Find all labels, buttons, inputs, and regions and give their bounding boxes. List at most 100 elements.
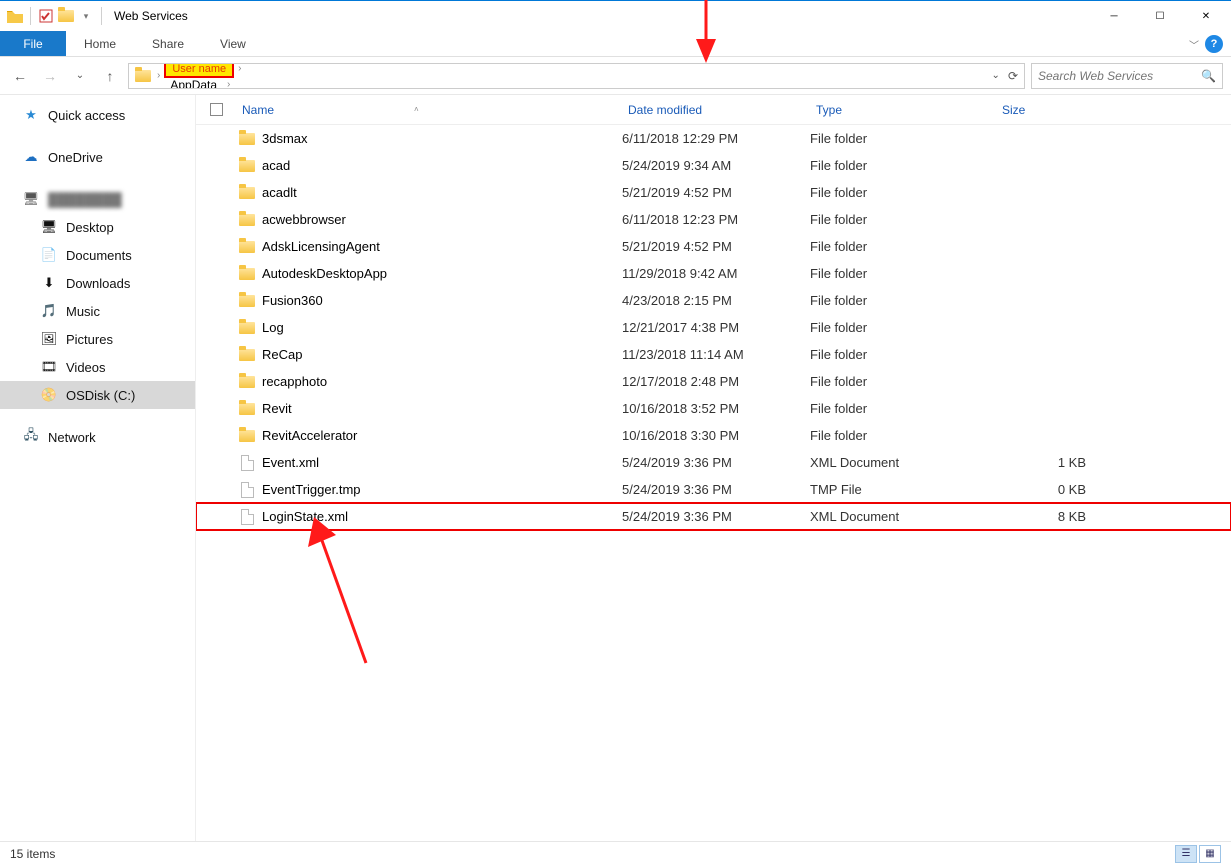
tree-onedrive[interactable]: ☁ OneDrive: [0, 143, 195, 171]
folder-icon: [239, 187, 255, 199]
separator: [30, 7, 31, 25]
row-type: File folder: [810, 428, 996, 443]
window-title: Web Services: [114, 9, 188, 23]
file-list[interactable]: 3dsmax6/11/2018 12:29 PMFile folderacad5…: [196, 125, 1231, 841]
folder-row[interactable]: Fusion3604/23/2018 2:15 PMFile folder: [196, 287, 1231, 314]
row-size: 8 KB: [996, 509, 1096, 524]
tree-item-icon: 🎵: [40, 302, 58, 320]
folder-row[interactable]: ReCap11/23/2018 11:14 AMFile folder: [196, 341, 1231, 368]
nav-row: ← → ⌄ ↑ › █████████›OSDisk (C:)›Users›Us…: [0, 57, 1231, 95]
row-date: 6/11/2018 12:23 PM: [622, 212, 810, 227]
tree-quick-access[interactable]: ★ Quick access: [0, 101, 195, 129]
tree-item[interactable]: 🎵Music: [0, 297, 195, 325]
folder-row[interactable]: acad5/24/2019 9:34 AMFile folder: [196, 152, 1231, 179]
row-date: 12/17/2018 2:48 PM: [622, 374, 810, 389]
tree-item[interactable]: 📄Documents: [0, 241, 195, 269]
view-large-button[interactable]: ▦: [1199, 845, 1221, 863]
history-dropdown-icon[interactable]: ⌄: [68, 64, 92, 88]
row-type: File folder: [810, 185, 996, 200]
row-name: acad: [258, 158, 622, 173]
close-button[interactable]: ✕: [1183, 1, 1229, 31]
breadcrumb-root-icon[interactable]: ›: [131, 64, 164, 88]
forward-button[interactable]: →: [38, 64, 62, 88]
folder-icon: [239, 133, 255, 145]
row-type: File folder: [810, 158, 996, 173]
row-date: 5/24/2019 9:34 AM: [622, 158, 810, 173]
back-button[interactable]: ←: [8, 64, 32, 88]
column-size[interactable]: Size: [996, 103, 1116, 117]
row-date: 10/16/2018 3:52 PM: [622, 401, 810, 416]
file-row[interactable]: LoginState.xml5/24/2019 3:36 PMXML Docum…: [196, 503, 1231, 530]
tab-view[interactable]: View: [202, 31, 264, 56]
select-all-checkbox[interactable]: [210, 103, 223, 116]
up-button[interactable]: ↑: [98, 64, 122, 88]
tree-item-icon: 🎞: [40, 358, 58, 376]
row-type: File folder: [810, 320, 996, 335]
ribbon-collapse-icon[interactable]: ﹀: [1189, 37, 1199, 56]
file-row[interactable]: Event.xml5/24/2019 3:36 PMXML Document1 …: [196, 449, 1231, 476]
folder-row[interactable]: 3dsmax6/11/2018 12:29 PMFile folder: [196, 125, 1231, 152]
folder-row[interactable]: recapphoto12/17/2018 2:48 PMFile folder: [196, 368, 1231, 395]
row-name: ReCap: [258, 347, 622, 362]
search-box[interactable]: 🔍: [1031, 63, 1223, 89]
file-tab[interactable]: File: [0, 31, 66, 56]
folder-small-icon[interactable]: [57, 7, 75, 25]
search-input[interactable]: [1038, 69, 1201, 83]
folder-row[interactable]: AutodeskDesktopApp11/29/2018 9:42 AMFile…: [196, 260, 1231, 287]
row-date: 11/29/2018 9:42 AM: [622, 266, 810, 281]
address-dropdown-icon[interactable]: ⌄: [992, 70, 1000, 81]
tree-this-pc[interactable]: 🖥 ████████: [0, 185, 195, 213]
folder-icon: [239, 322, 255, 334]
ribbon: File Home Share View ﹀ ?: [0, 31, 1231, 57]
address-bar[interactable]: › █████████›OSDisk (C:)›Users›User name›…: [128, 63, 1025, 89]
row-type: File folder: [810, 293, 996, 308]
tree-item[interactable]: 📀OSDisk (C:): [0, 381, 195, 409]
search-icon[interactable]: 🔍: [1201, 69, 1216, 83]
tree-item[interactable]: 🎞Videos: [0, 353, 195, 381]
folder-row[interactable]: Revit10/16/2018 3:52 PMFile folder: [196, 395, 1231, 422]
file-icon: [241, 482, 254, 498]
folder-row[interactable]: acwebbrowser6/11/2018 12:23 PMFile folde…: [196, 206, 1231, 233]
qat-dropdown-icon[interactable]: ▾: [77, 7, 95, 25]
row-name: LoginState.xml: [258, 509, 622, 524]
row-date: 6/11/2018 12:29 PM: [622, 131, 810, 146]
row-name: 3dsmax: [258, 131, 622, 146]
view-details-button[interactable]: ☰: [1175, 845, 1197, 863]
status-bar: 15 items ☰ ▦: [0, 841, 1231, 865]
tree-item[interactable]: 🖼Pictures: [0, 325, 195, 353]
tree-item-icon: ⬇: [40, 274, 58, 292]
tree-item[interactable]: ⬇Downloads: [0, 269, 195, 297]
tab-home[interactable]: Home: [66, 31, 134, 56]
tab-share[interactable]: Share: [134, 31, 202, 56]
folder-row[interactable]: RevitAccelerator10/16/2018 3:30 PMFile f…: [196, 422, 1231, 449]
refresh-icon[interactable]: ⟳: [1008, 69, 1018, 83]
properties-icon[interactable]: [37, 7, 55, 25]
row-date: 11/23/2018 11:14 AM: [622, 347, 810, 362]
chevron-right-icon[interactable]: ›: [223, 79, 234, 89]
maximize-button[interactable]: ☐: [1137, 1, 1183, 31]
row-date: 12/21/2017 4:38 PM: [622, 320, 810, 335]
breadcrumb-segment[interactable]: User name›: [164, 63, 268, 78]
help-icon[interactable]: ?: [1205, 35, 1223, 53]
minimize-button[interactable]: ─: [1091, 1, 1137, 31]
row-type: File folder: [810, 239, 996, 254]
column-date[interactable]: Date modified: [622, 103, 810, 117]
row-type: XML Document: [810, 455, 996, 470]
folder-row[interactable]: AdskLicensingAgent5/21/2019 4:52 PMFile …: [196, 233, 1231, 260]
column-name[interactable]: Name ˄: [236, 103, 622, 117]
folder-row[interactable]: Log12/21/2017 4:38 PMFile folder: [196, 314, 1231, 341]
row-type: TMP File: [810, 482, 996, 497]
row-type: File folder: [810, 131, 996, 146]
file-row[interactable]: EventTrigger.tmp5/24/2019 3:36 PMTMP Fil…: [196, 476, 1231, 503]
tree-network[interactable]: 🖧 Network: [0, 423, 195, 451]
title-bar: ▾ Web Services ─ ☐ ✕: [0, 1, 1231, 31]
row-name: AdskLicensingAgent: [258, 239, 622, 254]
tree-item[interactable]: 🖥Desktop: [0, 213, 195, 241]
chevron-right-icon[interactable]: ›: [234, 63, 245, 74]
folder-row[interactable]: acadlt5/21/2019 4:52 PMFile folder: [196, 179, 1231, 206]
breadcrumb-segment[interactable]: AppData›: [164, 78, 268, 89]
row-name: Revit: [258, 401, 622, 416]
nav-tree[interactable]: ★ Quick access ☁ OneDrive 🖥 ████████ 🖥De…: [0, 95, 196, 841]
pc-icon: 🖥: [22, 190, 40, 208]
column-type[interactable]: Type: [810, 103, 996, 117]
